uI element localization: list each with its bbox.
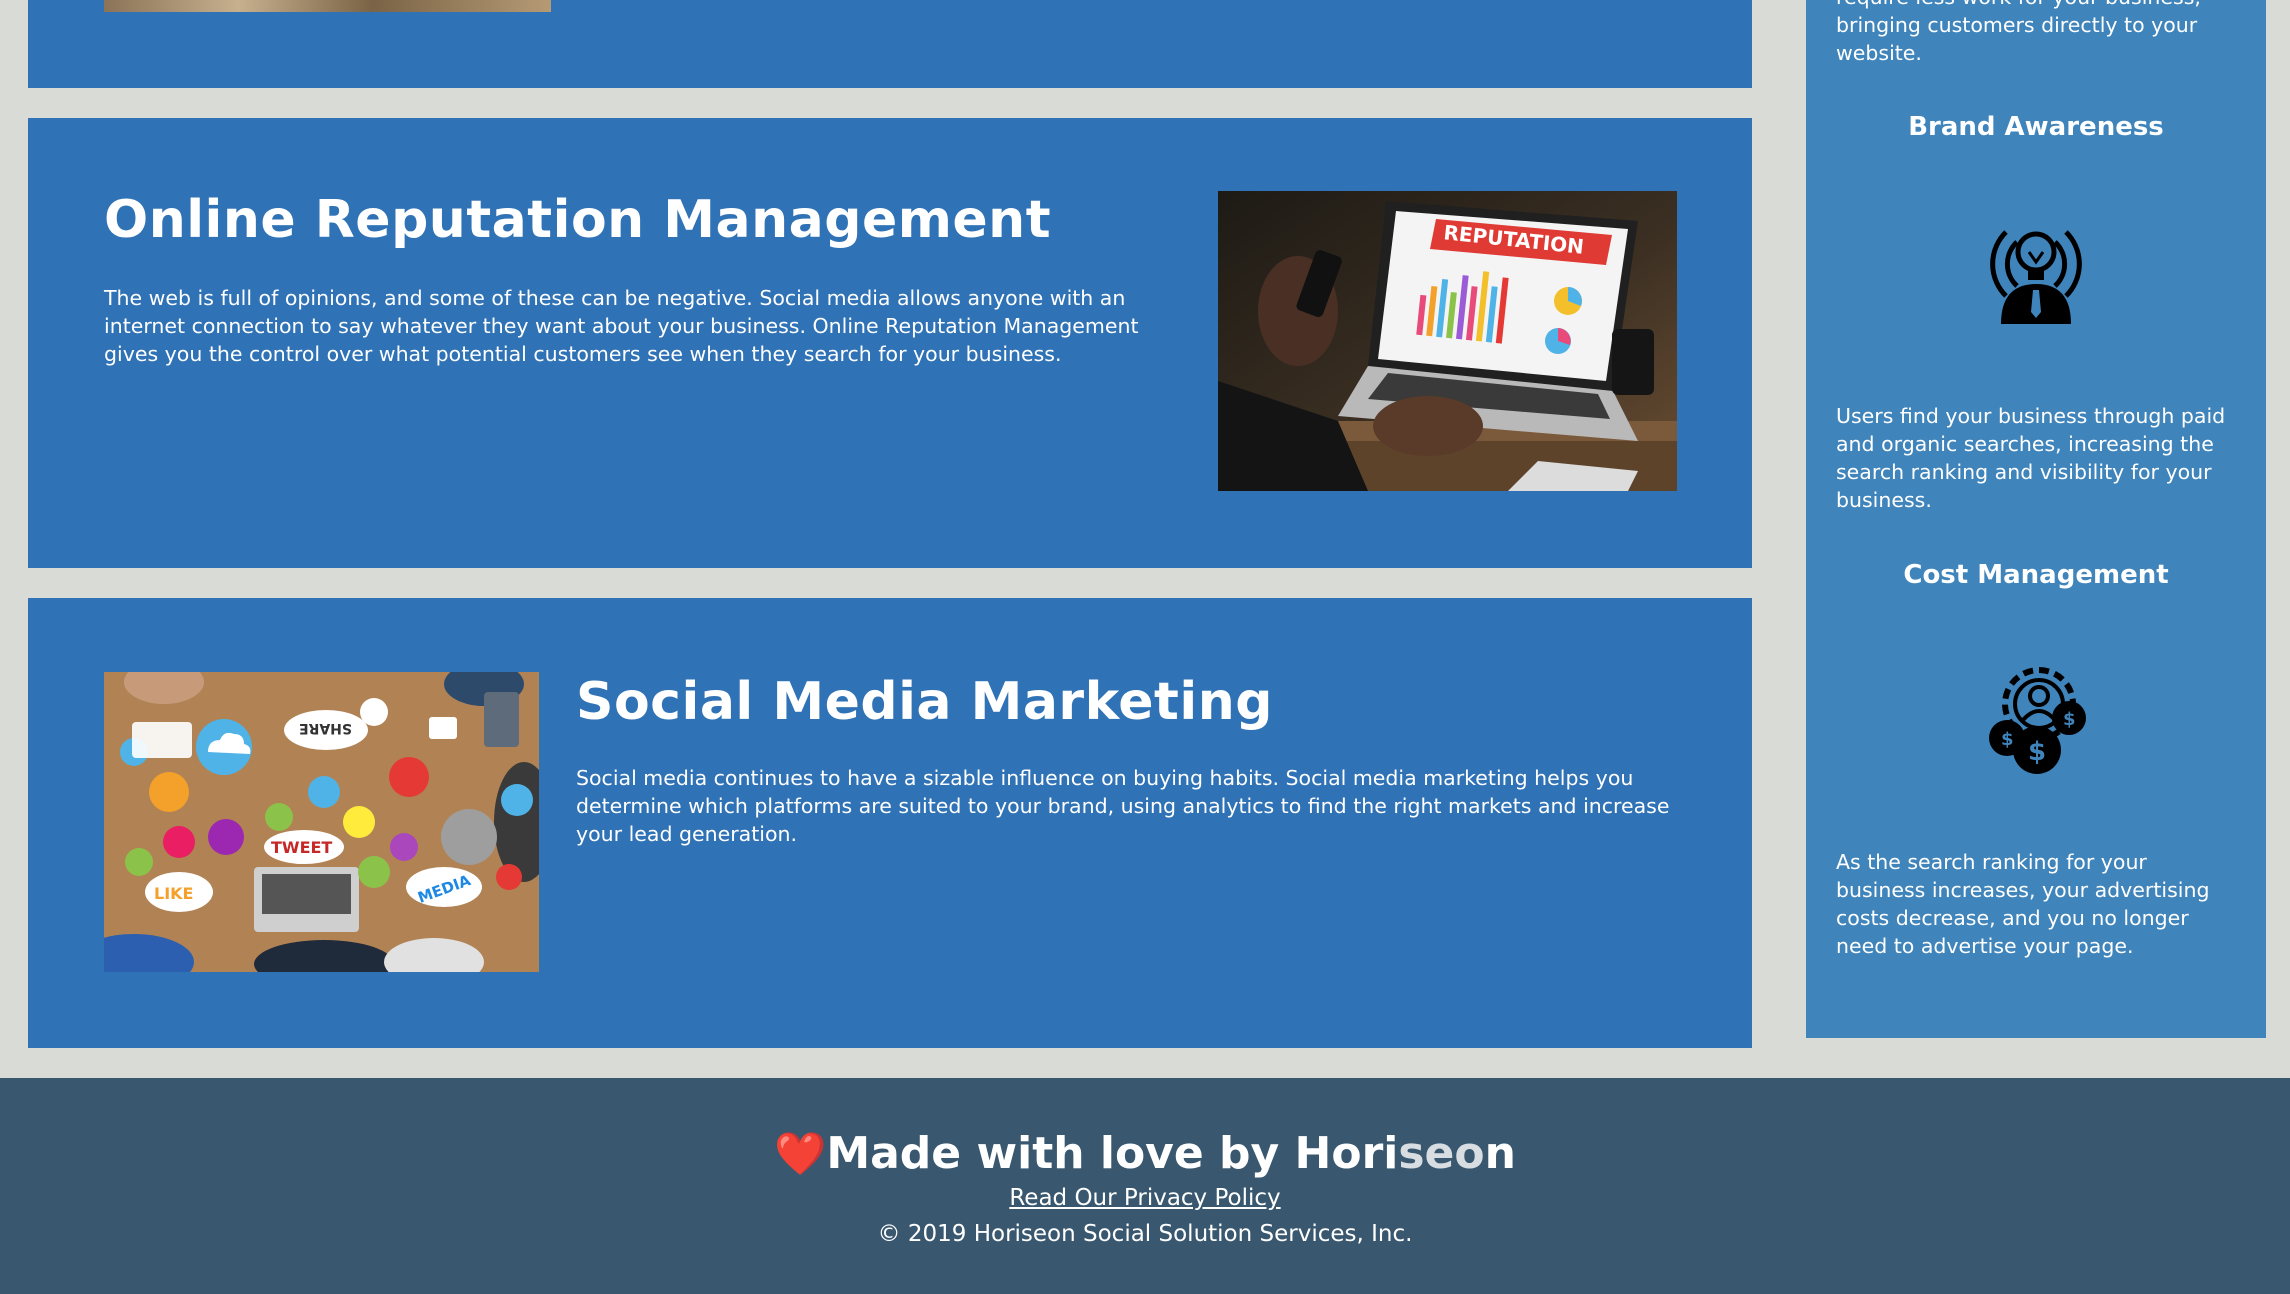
page: Online Reputation Management The web is …: [0, 0, 2290, 1294]
svg-text:$: $: [2001, 729, 2014, 750]
footer-title-text-faded: seo: [1398, 1128, 1485, 1179]
copyright-text: © 2019 Horiseon Social Solution Services…: [877, 1221, 1413, 1247]
footer-title-text-end: n: [1484, 1128, 1516, 1179]
previous-section-card: [28, 0, 1752, 88]
online-reputation-management-section: Online Reputation Management The web is …: [28, 118, 1752, 568]
benefit-heading-cost-management: Cost Management: [1903, 560, 2169, 590]
section-title: Social Media Marketing: [576, 672, 1273, 732]
svg-text:LIKE: LIKE: [154, 884, 193, 903]
online-reputation-management-image: REPUTATION: [1218, 191, 1677, 491]
cost-management-icon: $ $ $: [1989, 667, 2086, 774]
footer-title-text: Made with love by Hori: [826, 1128, 1399, 1179]
previous-section-image: [104, 0, 551, 12]
benefit-heading-brand-awareness: Brand Awareness: [1908, 112, 2164, 142]
section-text: The web is full of opinions, and some of…: [104, 286, 1139, 366]
social-media-marketing-image: SHARE TWEET LIKE MEDIA: [104, 672, 539, 972]
svg-text:SHARE: SHARE: [299, 720, 352, 736]
privacy-policy-link[interactable]: Read Our Privacy Policy: [0, 1185, 2290, 1211]
heart-icon: ❤️: [774, 1129, 827, 1178]
brand-awareness-icon: [1990, 230, 2082, 324]
footer-title: ❤️Made with love by Horiseon: [0, 1128, 2290, 1179]
benefit-text-cost-management: As the search ranking for your business …: [1836, 850, 2210, 958]
benefits-sidebar: require less work for your business, bri…: [1806, 0, 2266, 1038]
benefit-text-brand-awareness: Users find your business through paid an…: [1836, 404, 2226, 512]
benefit-text-previous: require less work for your business, bri…: [1836, 0, 2201, 65]
svg-text:TWEET: TWEET: [271, 838, 332, 857]
social-media-marketing-section: SHARE TWEET LIKE MEDIA Social Media Mark…: [28, 598, 1752, 1048]
section-text: Social media continues to have a sizable…: [576, 766, 1670, 846]
footer: ❤️Made with love by Horiseon Read Our Pr…: [0, 1078, 2290, 1294]
section-title: Online Reputation Management: [104, 190, 1052, 250]
svg-text:$: $: [2028, 737, 2046, 767]
svg-text:$: $: [2063, 709, 2076, 730]
